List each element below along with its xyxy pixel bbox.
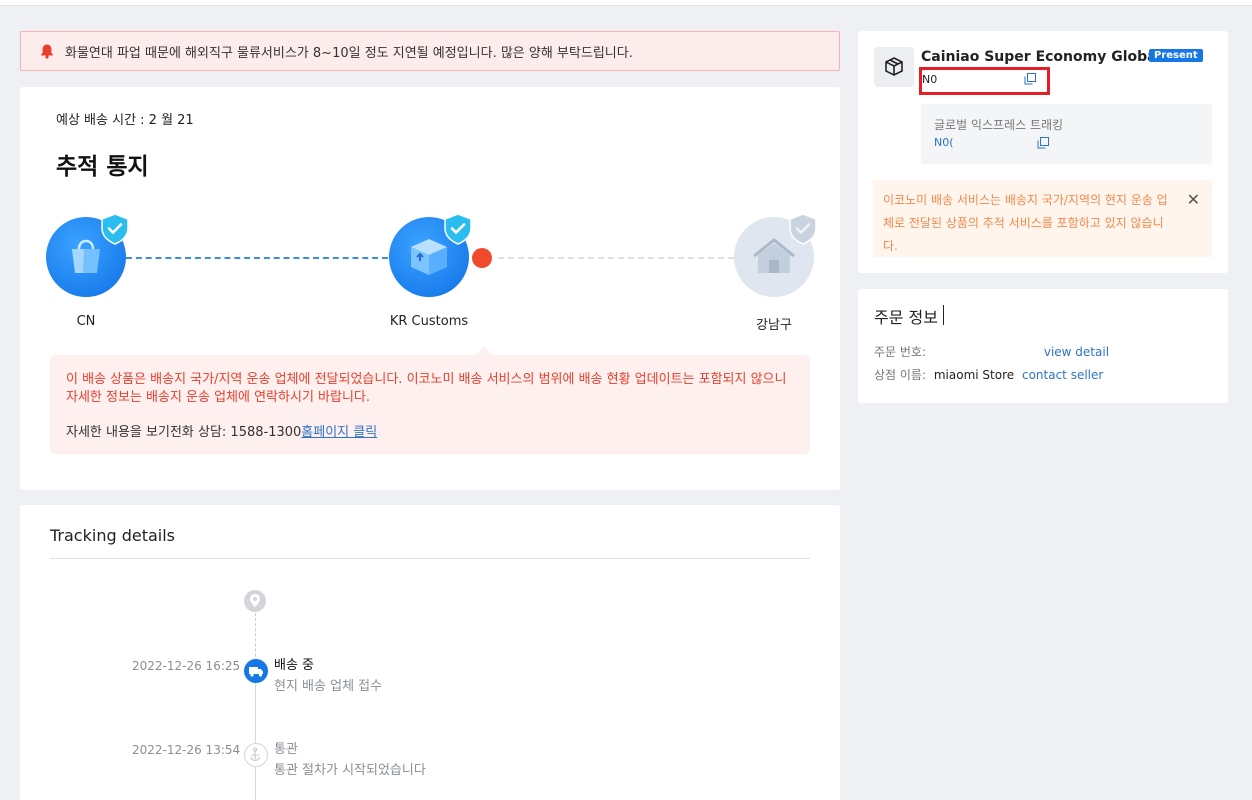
shipment-status-card: 예상 배송 시간 : 2 월 21 추적 통지 CN KR Customs 강남…	[20, 87, 840, 490]
step-customs-label: KR Customs	[389, 314, 469, 329]
verified-shield-icon	[444, 213, 472, 245]
view-detail-link[interactable]: view detail	[1044, 345, 1109, 359]
step-customs	[389, 213, 472, 297]
close-icon[interactable]: ✕	[1187, 188, 1200, 211]
event-status: 배송 중	[274, 658, 315, 673]
economy-service-warning: 이코노미 배송 서비스는 배송지 국가/지역의 현지 운송 업체로 전달된 상품…	[873, 180, 1212, 257]
progress-line-pending	[498, 257, 734, 259]
pending-shield-icon	[789, 213, 817, 245]
copy-icon[interactable]	[1037, 137, 1049, 149]
delay-notice-banner: 화물연대 파업 때문에 해외직구 물류서비스가 8~10일 정도 지연될 예정입…	[20, 31, 840, 71]
location-pin-icon	[244, 590, 266, 612]
step-destination	[734, 213, 817, 297]
order-number-row: 주문 번호: view detail	[874, 343, 1109, 360]
event-status: 통관	[274, 742, 298, 757]
page-title: 추적 통지	[56, 154, 149, 180]
divider	[50, 558, 810, 559]
carrier-name: Cainiao Super Economy Global	[921, 49, 1162, 65]
contact-phone-text: 자세한 내용을 보기전화 상담: 1588-1300	[66, 425, 302, 440]
verified-shield-icon	[101, 213, 129, 245]
contact-line: 자세한 내용을 보기전화 상담: 1588-1300홈페이지 클릭	[66, 421, 794, 440]
current-location-dot	[472, 248, 492, 268]
package-icon	[874, 47, 914, 87]
present-badge: Present	[1149, 49, 1203, 62]
step-origin	[46, 213, 129, 297]
event-time: 2022-12-26 16:25	[132, 659, 241, 673]
notice-text: 화물연대 파업 때문에 해외직구 물류서비스가 8~10일 정도 지연될 예정입…	[65, 45, 633, 61]
handoff-info-box: 이 배송 상품은 배송지 국가/지역 운송 업체에 전달되었습니다. 이코노미 …	[50, 347, 810, 454]
contact-seller-link[interactable]: contact seller	[1022, 368, 1103, 382]
warning-text: 이코노미 배송 서비스는 배송지 국가/지역의 현지 운송 업체로 전달된 상품…	[883, 193, 1168, 253]
top-bar	[0, 0, 1252, 6]
estimated-delivery: 예상 배송 시간 : 2 월 21	[56, 113, 194, 128]
store-row: 상점 이름: miaomi Store contact seller	[874, 366, 1103, 383]
copy-icon[interactable]	[1024, 73, 1036, 85]
store-name: miaomi Store	[933, 368, 1015, 382]
order-number-label: 주문 번호:	[874, 345, 927, 359]
truck-icon	[244, 659, 268, 683]
global-tracking-box: 글로벌 익스프레스 트래킹 N0(	[921, 104, 1212, 164]
handoff-message: 이 배송 상품은 배송지 국가/지역 운송 업체에 전달되었습니다. 이코노미 …	[66, 372, 787, 405]
carrier-card: Cainiao Super Economy Global Present N0 …	[858, 31, 1228, 273]
text-cursor	[943, 305, 944, 325]
anchor-icon	[244, 743, 268, 767]
homepage-link[interactable]: 홈페이지 클릭	[301, 425, 377, 440]
global-tracking-label: 글로벌 익스프레스 트래킹	[934, 118, 1064, 132]
progress-line-done	[126, 257, 388, 259]
step-destination-label: 강남구	[756, 318, 792, 333]
event-description: 현지 배송 업체 접수	[274, 679, 383, 694]
order-info-title: 주문 정보	[874, 308, 938, 327]
bell-icon	[39, 43, 55, 59]
timeline-line-solid	[255, 665, 256, 800]
step-origin-label: CN	[76, 314, 96, 329]
tracking-number: N0	[922, 73, 938, 86]
tracking-details-title: Tracking details	[50, 526, 175, 545]
store-label: 상점 이름:	[874, 368, 927, 382]
order-info-card: 주문 정보 주문 번호: view detail 상점 이름: miaomi S…	[858, 289, 1228, 403]
global-tracking-number: N0(	[934, 136, 954, 149]
tracking-details-card: Tracking details 2022-12-26 16:25 배송 중 현…	[20, 505, 840, 800]
event-time: 2022-12-26 13:54	[132, 743, 241, 757]
event-description: 통관 절차가 시작되었습니다	[274, 763, 426, 778]
